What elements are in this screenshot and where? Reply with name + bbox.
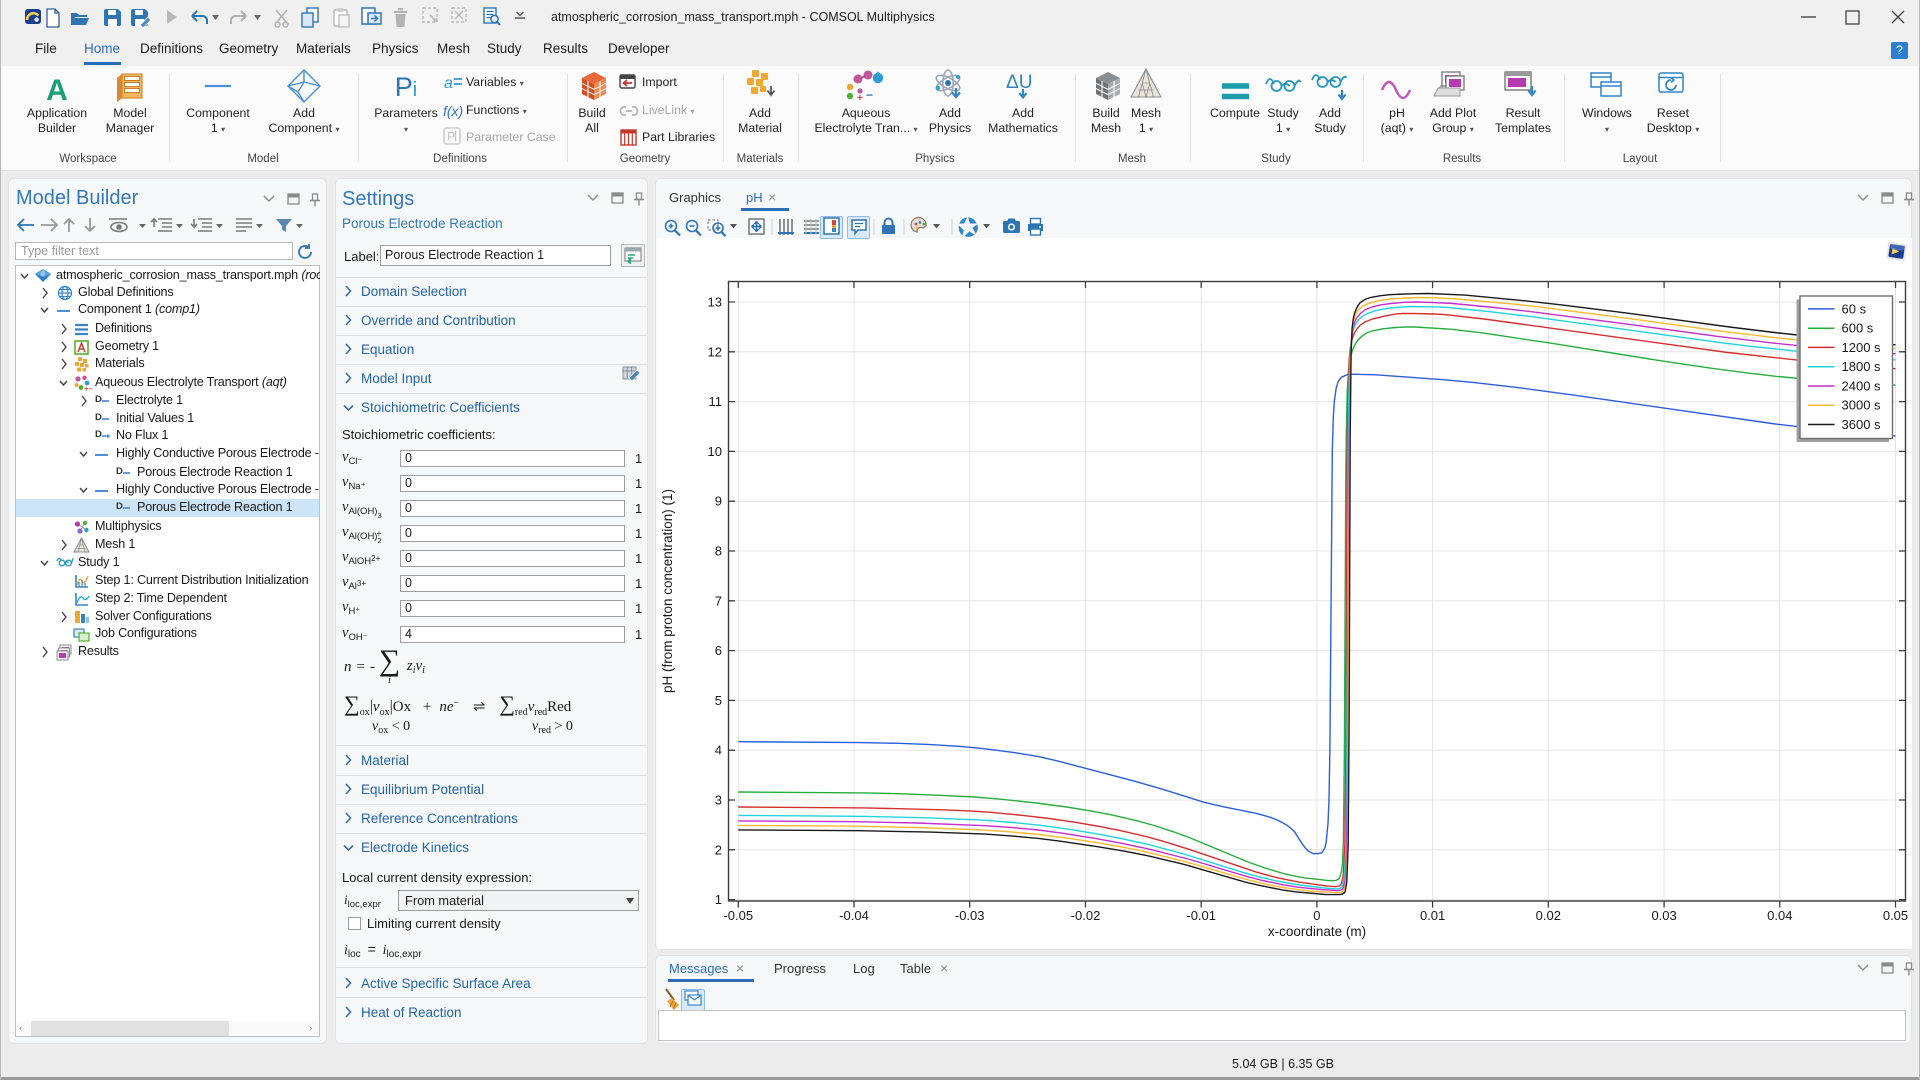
svg-text:2400 s: 2400 s [1842,379,1882,394]
svg-text:-0.05: -0.05 [723,908,753,923]
svg-text:0.03: 0.03 [1651,908,1676,923]
svg-text:3: 3 [715,793,722,808]
svg-text:pH (from proton concentration): pH (from proton concentration) (1) [660,489,675,693]
svg-text:6: 6 [715,643,722,658]
svg-text:0.04: 0.04 [1767,908,1792,923]
svg-text:1200 s: 1200 s [1842,340,1882,355]
svg-text:7: 7 [715,593,722,608]
svg-text:600 s: 600 s [1842,321,1874,336]
svg-text:8: 8 [715,544,722,559]
svg-text:0.02: 0.02 [1536,908,1561,923]
svg-text:3000 s: 3000 s [1842,398,1882,413]
svg-text:13: 13 [708,295,722,310]
svg-text:0: 0 [1313,908,1320,923]
svg-text:1800 s: 1800 s [1842,359,1882,374]
svg-text:1: 1 [715,892,722,907]
svg-text:4: 4 [715,743,722,758]
svg-text:0.01: 0.01 [1420,908,1445,923]
svg-text:-0.04: -0.04 [839,908,869,923]
svg-text:9: 9 [715,494,722,509]
svg-text:5: 5 [715,693,722,708]
svg-text:-0.02: -0.02 [1071,908,1101,923]
svg-text:12: 12 [708,344,722,359]
svg-text:11: 11 [709,394,723,409]
svg-text:3600 s: 3600 s [1842,417,1882,432]
svg-text:x-coordinate (m): x-coordinate (m) [1268,924,1366,939]
svg-text:-0.03: -0.03 [955,908,985,923]
svg-text:-0.01: -0.01 [1186,908,1216,923]
svg-text:10: 10 [708,444,722,459]
svg-text:0.05: 0.05 [1883,908,1908,923]
svg-text:60 s: 60 s [1842,301,1867,316]
svg-text:2: 2 [715,842,722,857]
